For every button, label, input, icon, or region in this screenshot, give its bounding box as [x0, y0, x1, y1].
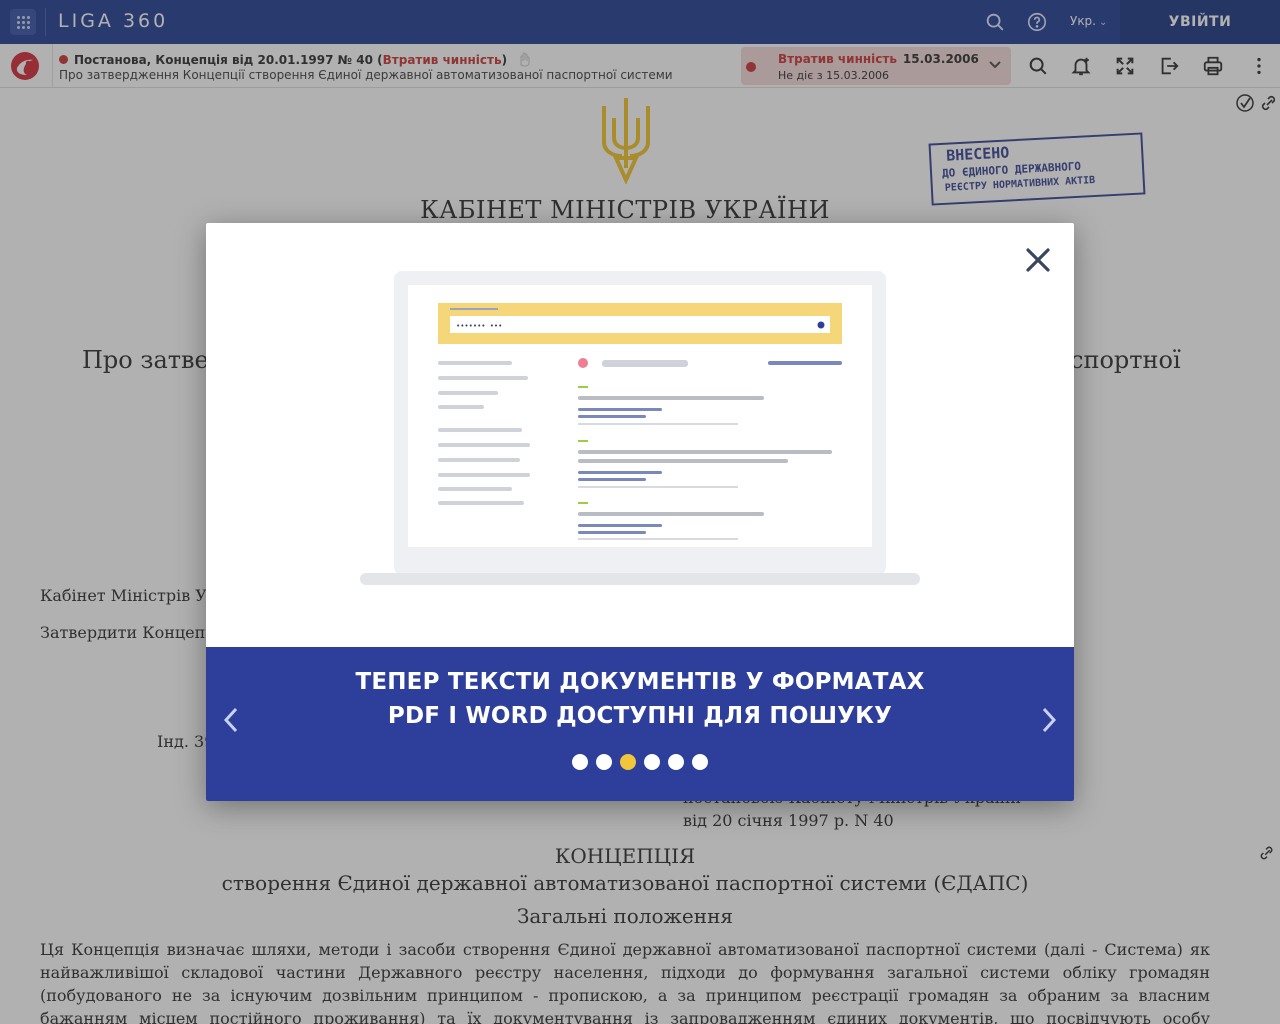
banner-title-line: PDF І WORD ДОСТУПНІ ДЛЯ ПОШУКУ	[387, 703, 893, 729]
carousel-dot[interactable]	[692, 754, 708, 770]
carousel-dot[interactable]	[572, 754, 588, 770]
laptop-illustration: ••••••• •••	[360, 271, 920, 585]
carousel-dot[interactable]	[596, 754, 612, 770]
close-icon[interactable]	[1023, 245, 1053, 275]
mock-search-text: ••••••• •••	[456, 322, 502, 330]
banner-title-line: ТЕПЕР ТЕКСТИ ДОКУМЕНТІВ У ФОРМАТАХ	[355, 669, 925, 695]
promo-banner: ТЕПЕР ТЕКСТИ ДОКУМЕНТІВ У ФОРМАТАХ PDF І…	[206, 647, 1074, 801]
carousel-dot[interactable]	[644, 754, 660, 770]
chevron-right-icon[interactable]	[1038, 705, 1060, 735]
promo-modal: ••••••• ••• ТЕПЕР ТЕКСТИ ДОКУМЕНТІВ У ФО…	[206, 223, 1074, 801]
carousel-dots	[206, 754, 1074, 770]
chevron-left-icon[interactable]	[220, 705, 242, 735]
carousel-dot[interactable]	[668, 754, 684, 770]
carousel-dot[interactable]	[620, 754, 636, 770]
